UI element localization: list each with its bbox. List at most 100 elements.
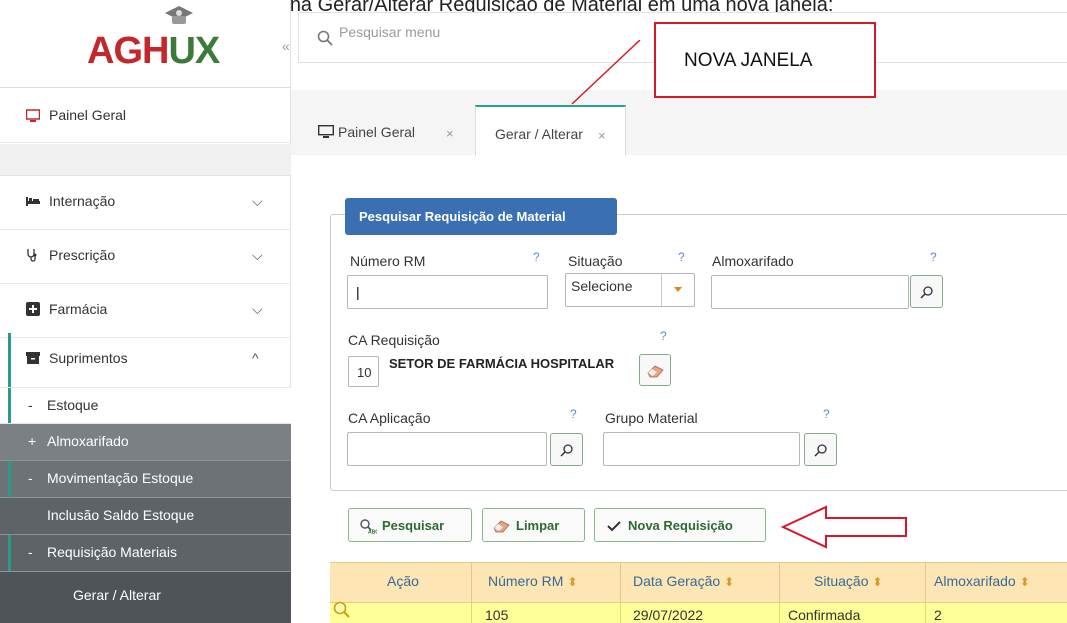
sidebar-item-prescricao[interactable]: Prescrição ⌵ xyxy=(0,230,291,284)
subitem-label: Inclusão Saldo Estoque xyxy=(47,507,195,523)
help-icon[interactable]: ? xyxy=(678,250,685,264)
logo-area: AGHUX « xyxy=(0,0,291,88)
almoxarifado-lookup-button[interactable] xyxy=(910,275,943,308)
chevron-down-icon: ⌵ xyxy=(252,301,263,317)
magnifier-action-icon[interactable] xyxy=(332,600,352,620)
help-icon[interactable]: ? xyxy=(660,329,667,343)
search-button[interactable]: ABC Pesquisar xyxy=(348,508,472,542)
ca-aplicacao-field[interactable] xyxy=(347,432,547,466)
numero-rm-input[interactable] xyxy=(348,276,547,308)
table-row[interactable]: 105 29/07/2022 Confirmada 2 xyxy=(330,600,1067,623)
help-icon[interactable]: ? xyxy=(533,250,540,264)
ca-requisicao-label: CA Requisição xyxy=(348,332,440,348)
tab-gerar-alterar[interactable]: Gerar / Alterar × xyxy=(475,105,626,156)
logo[interactable]: AGHUX xyxy=(87,30,220,73)
numero-rm-field[interactable] xyxy=(347,275,548,309)
search-icon xyxy=(560,444,573,457)
monitor-icon xyxy=(26,109,40,122)
cell-data-geracao: 29/07/2022 xyxy=(633,607,704,623)
almoxarifado-input[interactable] xyxy=(712,276,908,308)
column-divider xyxy=(925,603,926,623)
sidebar-subitem-requisicao-materiais[interactable]: - Requisição Materiais xyxy=(0,535,291,572)
cell-situacao: Confirmada xyxy=(788,607,861,623)
ca-aplicacao-input[interactable] xyxy=(348,433,546,465)
ca-requisicao-code: 10 xyxy=(348,356,379,387)
ca-requisicao-name: SETOR DE FARMÁCIA HOSPITALAR xyxy=(389,356,615,371)
subitem-prefix: - xyxy=(28,544,33,560)
panel-title-text: Pesquisar Requisição de Material xyxy=(359,209,566,224)
help-icon[interactable]: ? xyxy=(930,250,937,264)
plus-square-icon xyxy=(26,302,40,316)
sidebar-item-painel-geral[interactable]: Painel Geral xyxy=(0,89,291,143)
panel-title: Pesquisar Requisição de Material xyxy=(345,198,617,235)
eraser-icon xyxy=(647,365,664,378)
help-icon[interactable]: ? xyxy=(823,407,830,421)
chevron-up-icon: ^ xyxy=(252,350,259,366)
sidebar-item-farmacia[interactable]: Farmácia ⌵ xyxy=(0,284,291,338)
left-arrow-annotation-icon xyxy=(780,505,907,549)
column-header-label: Almoxarifado xyxy=(934,573,1016,589)
new-window-callout: NOVA JANELA xyxy=(654,22,876,98)
column-divider xyxy=(925,563,926,604)
tab-label: Painel Geral xyxy=(338,124,416,140)
collapse-sidebar-icon[interactable]: « xyxy=(282,38,290,54)
subitem-label: Gerar / Alterar xyxy=(73,587,161,603)
ca-requisicao-code-value: 10 xyxy=(357,365,372,380)
column-header-data-geracao[interactable]: Data Geração ⬍ xyxy=(633,573,734,589)
numero-rm-label: Número RM xyxy=(350,253,426,269)
bed-icon xyxy=(26,197,40,206)
grupo-material-field[interactable] xyxy=(603,432,800,466)
clear-button[interactable]: Limpar xyxy=(482,508,585,542)
archive-icon xyxy=(26,352,40,364)
new-request-button[interactable]: Nova Requisição xyxy=(594,508,766,542)
clear-ca-requisicao-button[interactable] xyxy=(639,354,671,386)
menu-search-input[interactable] xyxy=(339,24,639,40)
column-header-almoxarifado[interactable]: Almoxarifado ⬍ xyxy=(934,573,1030,589)
help-icon[interactable]: ? xyxy=(570,407,577,421)
active-indicator xyxy=(8,333,11,387)
column-header-numero-rm[interactable]: Número RM ⬍ xyxy=(488,573,578,589)
sidebar-item-internacao[interactable]: Internação ⌵ xyxy=(0,176,291,230)
clear-button-label: Limpar xyxy=(516,518,560,533)
active-indicator xyxy=(8,461,11,497)
ca-aplicacao-lookup-button[interactable] xyxy=(550,433,583,466)
column-divider xyxy=(620,563,621,604)
grupo-material-input[interactable] xyxy=(604,433,799,465)
subitem-label: Requisição Materiais xyxy=(47,544,177,560)
grupo-material-lookup-button[interactable] xyxy=(804,433,837,466)
grupo-material-label: Grupo Material xyxy=(605,410,698,426)
chevron-down-icon: ⌵ xyxy=(252,193,263,209)
search-icon xyxy=(920,286,933,299)
chevron-down-icon: ⌵ xyxy=(252,247,263,263)
search-icon xyxy=(317,30,333,46)
column-header-situacao[interactable]: Situação ⬍ xyxy=(814,573,883,589)
subitem-prefix: - xyxy=(28,397,33,413)
column-divider xyxy=(620,603,621,623)
eraser-icon xyxy=(493,520,510,533)
tab-close-icon[interactable]: × xyxy=(446,126,454,141)
sidebar-subitem-movimentacao-estoque[interactable]: - Movimentação Estoque xyxy=(0,461,291,498)
almoxarifado-field[interactable] xyxy=(711,275,909,309)
graduation-cap-icon xyxy=(165,6,193,24)
callout-label: NOVA JANELA xyxy=(684,50,813,71)
active-indicator xyxy=(8,535,11,571)
sidebar-subitem-estoque[interactable]: - Estoque xyxy=(0,388,291,424)
sidebar-subitem-almoxarifado[interactable]: + Almoxarifado xyxy=(0,424,291,461)
monitor-icon xyxy=(318,125,334,138)
checkmark-icon xyxy=(607,521,621,532)
sidebar-item-suprimentos[interactable]: Suprimentos ^ xyxy=(0,333,291,388)
sidebar-item-label: Internação xyxy=(49,193,116,209)
sidebar-subitem-inclusao-saldo[interactable]: Inclusão Saldo Estoque xyxy=(0,498,291,535)
sidebar-subitem-gerar-alterar[interactable]: Gerar / Alterar xyxy=(0,572,291,623)
cell-numero-rm: 105 xyxy=(485,607,509,623)
search-icon xyxy=(814,444,827,457)
tab-close-icon[interactable]: × xyxy=(598,128,606,143)
sort-icon: ⬍ xyxy=(724,575,735,589)
sort-icon: ⬍ xyxy=(872,575,883,589)
chevron-down-icon[interactable] xyxy=(661,274,694,306)
tab-painel-geral[interactable]: Painel Geral × xyxy=(311,105,475,156)
column-header-acao[interactable]: Ação xyxy=(387,573,419,589)
stethoscope-icon xyxy=(27,249,37,262)
column-divider xyxy=(779,603,780,623)
situacao-select[interactable]: Selecione xyxy=(565,273,695,307)
